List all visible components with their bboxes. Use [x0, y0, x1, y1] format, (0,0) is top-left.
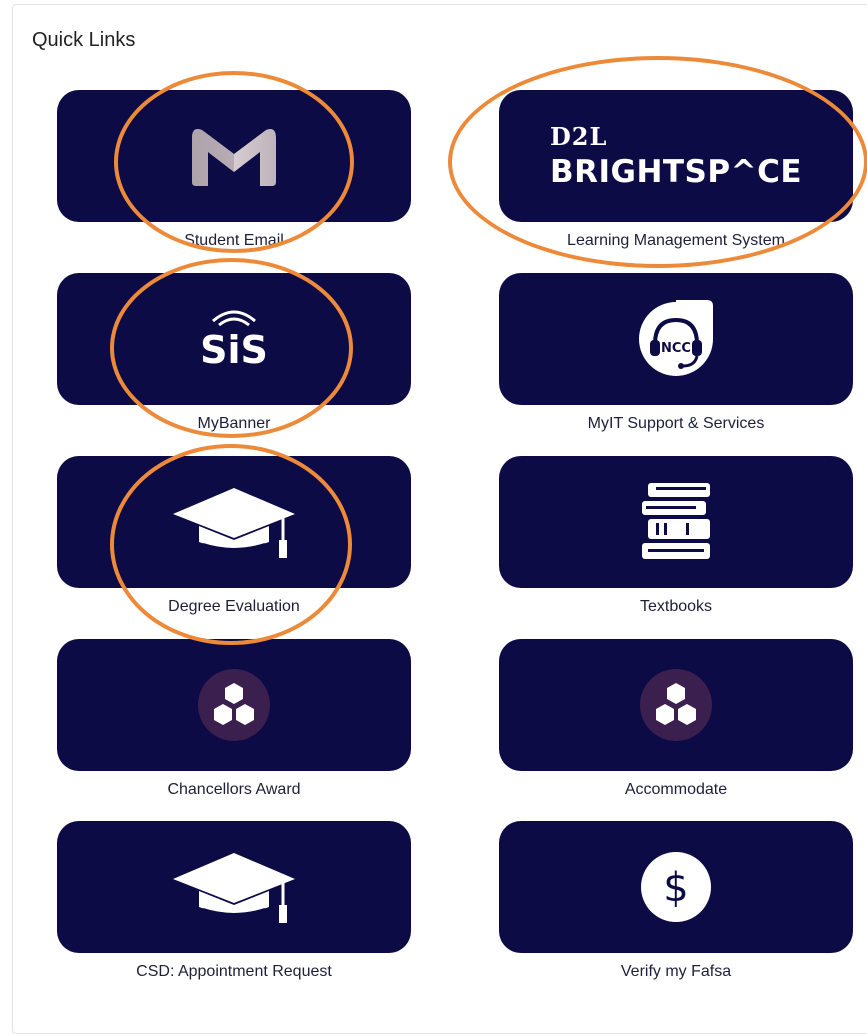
link-tile[interactable]: NCC	[499, 273, 853, 405]
quick-link-myit-support[interactable]: NCC MyIT Support & Services	[499, 273, 853, 443]
ncc-headset-icon: NCC	[639, 300, 713, 376]
link-caption[interactable]: Learning Management System	[499, 232, 853, 250]
gmail-m-icon	[192, 129, 276, 186]
link-caption[interactable]: Degree Evaluation	[57, 598, 411, 616]
d2l-brightspace-logo: D2L BRIGHTSP^CE	[549, 121, 803, 190]
graduation-cap-icon	[173, 853, 295, 923]
badge-circle	[198, 669, 270, 741]
quick-link-degree-evaluation[interactable]: Degree Evaluation	[57, 456, 411, 626]
hexagon-cluster-icon	[214, 683, 254, 725]
link-tile[interactable]	[57, 90, 411, 222]
dollar-sign: $	[663, 865, 688, 911]
link-tile[interactable]	[499, 639, 853, 771]
link-tile[interactable]	[499, 456, 853, 588]
link-caption[interactable]: Verify my Fafsa	[499, 963, 853, 981]
link-caption[interactable]: Accommodate	[499, 781, 853, 799]
stacked-books-icon	[642, 483, 710, 559]
svg-text:NCC: NCC	[661, 341, 691, 356]
link-caption[interactable]: CSD: Appointment Request	[57, 963, 411, 981]
link-tile[interactable]	[57, 639, 411, 771]
link-tile[interactable]	[57, 456, 411, 588]
dollar-coin-icon: $	[641, 852, 711, 922]
link-caption[interactable]: Chancellors Award	[57, 781, 411, 799]
quick-link-csd-appointment-request[interactable]: CSD: Appointment Request	[57, 821, 411, 991]
quick-link-learning-management-system[interactable]: D2L BRIGHTSP^CE Learning Management Syst…	[499, 90, 853, 260]
link-caption[interactable]: Textbooks	[499, 598, 853, 616]
svg-text:SiS: SiS	[200, 328, 268, 372]
link-tile[interactable]: SiS	[57, 273, 411, 405]
quick-link-mybanner[interactable]: SiS MyBanner	[57, 273, 411, 443]
d2l-logo-text: D2L	[549, 121, 608, 151]
quick-link-verify-fafsa[interactable]: $ Verify my Fafsa	[499, 821, 853, 991]
link-caption[interactable]: Student Email	[57, 232, 411, 250]
link-caption[interactable]: MyIT Support & Services	[499, 415, 853, 433]
panel-title: Quick Links	[32, 29, 136, 51]
link-caption[interactable]: MyBanner	[57, 415, 411, 433]
link-tile[interactable]: D2L BRIGHTSP^CE	[499, 90, 853, 222]
graduation-cap-icon	[173, 488, 295, 558]
link-tile[interactable]	[57, 821, 411, 953]
link-tile[interactable]: $	[499, 821, 853, 953]
hexagon-cluster-icon	[656, 683, 696, 725]
quick-link-textbooks[interactable]: Textbooks	[499, 456, 853, 626]
quick-link-chancellors-award[interactable]: Chancellors Award	[57, 639, 411, 809]
badge-circle	[640, 669, 712, 741]
sis-logo-icon: SiS	[200, 310, 268, 372]
brightspace-logo-text: BRIGHTSP^CE	[549, 153, 803, 190]
quick-link-student-email[interactable]: Student Email	[57, 90, 411, 260]
quick-link-accommodate[interactable]: Accommodate	[499, 639, 853, 809]
